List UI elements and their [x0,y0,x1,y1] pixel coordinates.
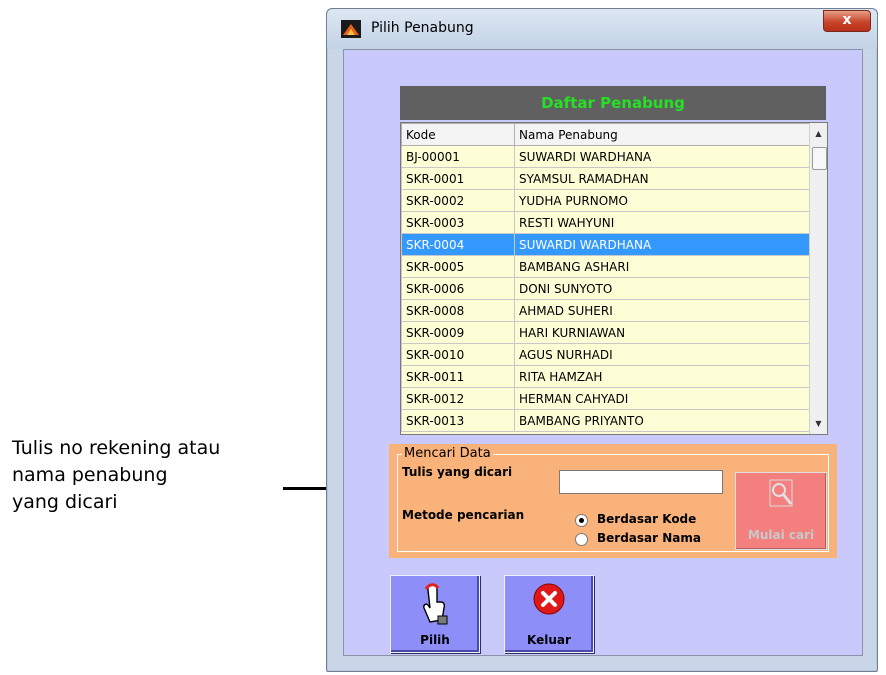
radio-kode-label[interactable]: Berdasar Kode [597,512,696,526]
column-header-kode[interactable]: Kode [401,123,515,146]
table-body: BJ-00001 SUWARDI WARDHANA SKR-0001 SYAMSUL … [401,145,811,432]
table-row[interactable]: BJ-00001 SUWARDI WARDHANA [401,145,811,168]
cell-kode[interactable]: SKR-0011 [401,365,515,388]
column-header-nama[interactable]: Nama Penabung [514,123,811,146]
cell-nama[interactable]: SUWARDI WARDHANA [514,233,811,256]
mulai-cari-label: Mulai cari [747,528,815,542]
table-row[interactable]: SKR-0013 BAMBANG PRIYANTO [401,409,811,432]
cell-kode[interactable]: SKR-0001 [401,167,515,190]
app-icon [341,20,361,38]
cell-nama[interactable]: AHMAD SUHERI [514,299,811,322]
cell-nama[interactable]: YUDHA PURNOMO [514,189,811,212]
mulai-cari-button[interactable]: Mulai cari [735,472,827,550]
annotation-text: Tulis no rekening atau nama penabung yan… [12,437,221,513]
table-row[interactable]: SKR-0012 HERMAN CAHYADI [401,387,811,410]
magnifier-icon [769,479,793,507]
cell-kode[interactable]: SKR-0006 [401,277,515,300]
cell-nama[interactable]: SYAMSUL RAMADHAN [514,167,811,190]
table-row[interactable]: SKR-0009 HARI KURNIAWAN [401,321,811,344]
pilih-label: Pilih [420,633,450,647]
client-area: Daftar Penabung Kode Nama Penabung BJ-00… [343,49,863,656]
close-circle-icon [533,583,565,615]
cell-kode[interactable]: SKR-0002 [401,189,515,212]
title-bar[interactable]: Pilih Penabung x [327,9,877,49]
cell-nama[interactable]: SUWARDI WARDHANA [514,145,811,168]
search-input-label: Tulis yang dicari [402,465,513,479]
cell-nama[interactable]: BAMBANG ASHARI [514,255,811,278]
search-input[interactable] [559,470,723,494]
radio-nama-icon[interactable] [575,533,588,546]
cell-kode[interactable]: SKR-0013 [401,409,515,432]
hand-pointer-icon [423,583,448,625]
pilih-penabung-window: Pilih Penabung x Daftar Penabung Kode Na… [326,8,878,672]
table-row[interactable]: SKR-0001 SYAMSUL RAMADHAN [401,167,811,190]
search-panel: Mencari Data Tulis yang dicari Metode pe… [389,444,837,558]
pilih-button[interactable]: Pilih [390,575,480,653]
table-row[interactable]: SKR-0006 DONI SUNYOTO [401,277,811,300]
cell-nama[interactable]: DONI SUNYOTO [514,277,811,300]
scroll-down-icon[interactable]: ▼ [810,415,827,432]
radio-kode-icon[interactable] [575,514,588,527]
cell-kode[interactable]: SKR-0008 [401,299,515,322]
list-title: Daftar Penabung [400,86,826,120]
cell-kode[interactable]: SKR-0009 [401,321,515,344]
table-row[interactable]: SKR-0008 AHMAD SUHERI [401,299,811,322]
scroll-up-icon[interactable]: ▲ [810,125,827,142]
search-group-label: Mencari Data [402,446,493,461]
vertical-scrollbar[interactable]: ▲ ▼ [809,123,827,434]
table-row[interactable]: SKR-0003 RESTI WAHYUNI [401,211,811,234]
table-row[interactable]: SKR-0005 BAMBANG ASHARI [401,255,811,278]
keluar-button[interactable]: Keluar [504,575,594,653]
cell-kode[interactable]: SKR-0012 [401,387,515,410]
table-row[interactable]: SKR-0011 RITA HAMZAH [401,365,811,388]
table-header-row: Kode Nama Penabung [401,123,811,146]
keluar-label: Keluar [527,633,571,647]
penabung-table: Kode Nama Penabung BJ-00001 SUWARDI WARDH… [401,123,811,432]
cell-kode[interactable]: SKR-0004 [401,233,515,256]
table-row[interactable]: SKR-0002 YUDHA PURNOMO [401,189,811,212]
cell-kode[interactable]: SKR-0010 [401,343,515,366]
cell-nama[interactable]: HARI KURNIAWAN [514,321,811,344]
cell-nama[interactable]: HERMAN CAHYADI [514,387,811,410]
window-title: Pilih Penabung [371,20,474,36]
cell-nama[interactable]: BAMBANG PRIYANTO [514,409,811,432]
cell-nama[interactable]: AGUS NURHADI [514,343,811,366]
cell-kode[interactable]: SKR-0005 [401,255,515,278]
radio-nama-label[interactable]: Berdasar Nama [597,531,701,545]
close-button[interactable]: x [823,10,871,32]
table-row[interactable]: SKR-0004 SUWARDI WARDHANA [401,233,811,256]
table-row[interactable]: SKR-0010 AGUS NURHADI [401,343,811,366]
cell-kode[interactable]: SKR-0003 [401,211,515,234]
close-icon: x [842,12,852,28]
scroll-thumb[interactable] [812,147,827,170]
cell-nama[interactable]: RESTI WAHYUNI [514,211,811,234]
search-method-label: Metode pencarian [402,508,525,522]
penabung-list[interactable]: Kode Nama Penabung BJ-00001 SUWARDI WARDH… [400,122,828,435]
cell-nama[interactable]: RITA HAMZAH [514,365,811,388]
cell-kode[interactable]: BJ-00001 [401,145,515,168]
